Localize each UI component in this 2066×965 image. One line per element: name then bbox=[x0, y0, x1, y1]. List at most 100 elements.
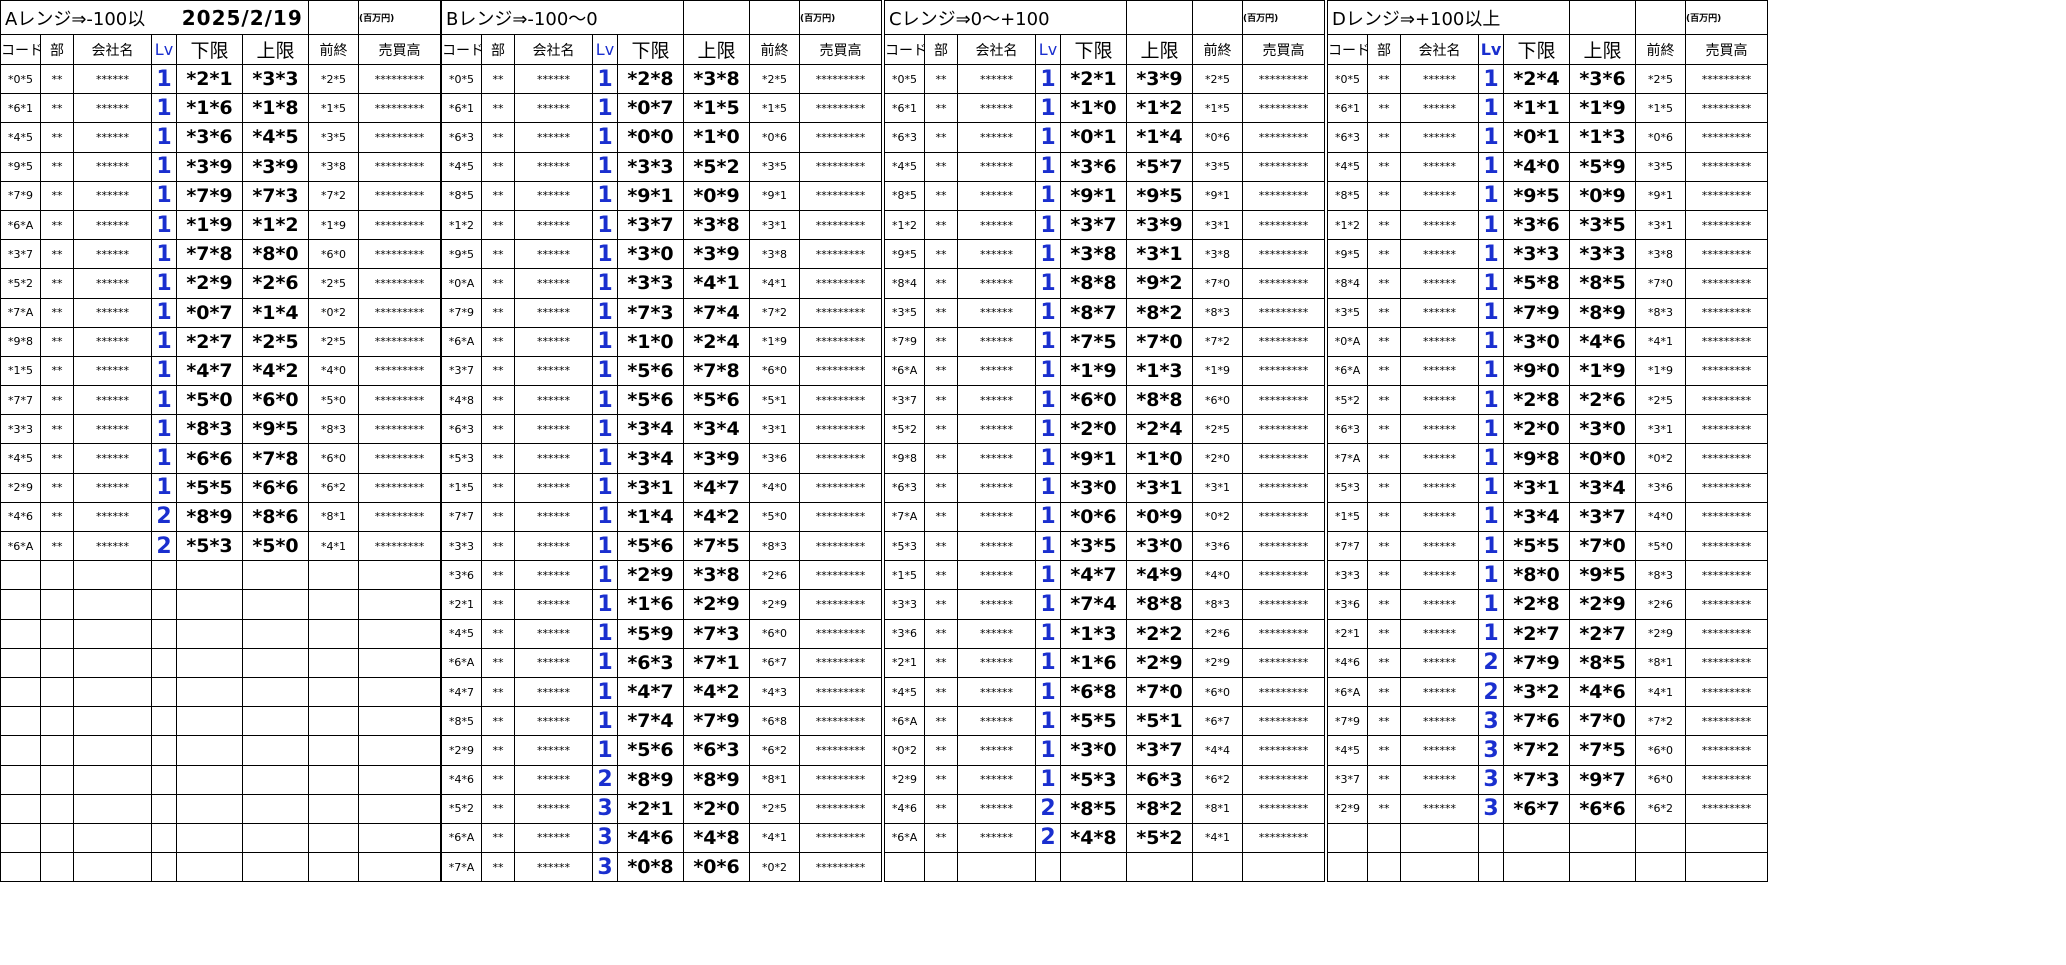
cell-dept: ** bbox=[481, 355, 515, 387]
cell-upper: *3*3 bbox=[1569, 239, 1637, 270]
table-row: *4*5 ** ****** 3 *7*2 *7*5 *6*0 ********* bbox=[1327, 735, 1769, 766]
table-row: *3*5 ** ****** 1 *7*9 *8*9 *8*3 ********* bbox=[1327, 297, 1769, 328]
cell-company: ****** bbox=[73, 443, 152, 474]
cell-lower: *3*6 bbox=[176, 122, 243, 153]
cell-lv: 1 bbox=[592, 122, 618, 153]
cell-company: ****** bbox=[957, 122, 1036, 153]
unit-label: (百万円) bbox=[799, 0, 883, 35]
empty-cell bbox=[73, 589, 152, 620]
cell-upper: *3*4 bbox=[1569, 472, 1637, 503]
cell-dept: ** bbox=[1367, 297, 1401, 328]
header-row: コード部会社名 Lv 下限 上限 前終 売買高 bbox=[1327, 34, 1769, 65]
cell-dept: ** bbox=[1367, 530, 1401, 562]
cell-sales: ********* bbox=[1242, 326, 1325, 357]
empty-cell bbox=[358, 793, 441, 824]
header-row: コード部会社名 Lv 下限 上限 前終 売買高 bbox=[884, 34, 1325, 65]
cell-dept: ** bbox=[481, 676, 515, 708]
empty-cell bbox=[176, 822, 243, 854]
empty-cell bbox=[40, 676, 74, 708]
cell-lower: *2*1 bbox=[1060, 63, 1127, 95]
cell-upper: *6*6 bbox=[242, 472, 309, 503]
cell-lv: 3 bbox=[1478, 764, 1504, 795]
cell-prev: *7*2 bbox=[1635, 706, 1687, 737]
cell-sales: ********* bbox=[1242, 122, 1325, 153]
empty-cell bbox=[358, 676, 441, 708]
empty-cell bbox=[40, 647, 74, 678]
cell-company: ****** bbox=[1400, 472, 1479, 503]
cell-dept: ** bbox=[40, 122, 74, 153]
empty-cell bbox=[73, 822, 152, 854]
cell-dept: ** bbox=[924, 180, 958, 211]
cell-upper: *2*4 bbox=[683, 326, 751, 357]
cell-lv: 1 bbox=[1478, 209, 1504, 241]
table-row: *0*5 ** ****** 1 *2*1 *3*9 *2*5 ********* bbox=[884, 63, 1325, 95]
cell-lv: 1 bbox=[1035, 764, 1061, 795]
cell-sales: ********* bbox=[358, 326, 441, 357]
cell-company: ****** bbox=[1400, 355, 1479, 387]
cell-dept: ** bbox=[924, 385, 958, 416]
cell-lower: *0*0 bbox=[616, 122, 685, 153]
cell-company: ****** bbox=[73, 326, 152, 357]
cell-company: ****** bbox=[73, 530, 152, 562]
cell-lv: 1 bbox=[1035, 501, 1061, 533]
cell-code: *1*5 bbox=[441, 472, 482, 503]
cell-dept: ** bbox=[40, 209, 74, 241]
cell-dept: ** bbox=[40, 501, 74, 533]
table-row: *6*A ** ****** 2 *4*8 *5*2 *4*1 ********* bbox=[884, 822, 1325, 854]
cell-lower: *3*7 bbox=[616, 209, 685, 241]
cell-code: *9*5 bbox=[0, 151, 41, 182]
cell-company: ****** bbox=[73, 501, 152, 533]
cell-code: *5*3 bbox=[1327, 472, 1368, 503]
cell-upper: *1*5 bbox=[683, 93, 751, 124]
cell-code: *8*5 bbox=[884, 180, 925, 211]
cell-code: *7*A bbox=[884, 501, 925, 533]
cell-code: *4*5 bbox=[441, 151, 482, 182]
cell-company: ****** bbox=[514, 706, 593, 737]
cell-lv: 1 bbox=[592, 414, 618, 445]
cell-sales: ********* bbox=[799, 822, 883, 854]
cell-dept: ** bbox=[924, 472, 958, 503]
cell-upper: *2*7 bbox=[1569, 618, 1637, 649]
cell-lower: *4*7 bbox=[176, 355, 243, 387]
cell-lv: 1 bbox=[1035, 676, 1061, 708]
cell-lower: *7*6 bbox=[1502, 706, 1571, 737]
cell-sales: ********* bbox=[1242, 647, 1325, 678]
cell-upper: *7*0 bbox=[1126, 326, 1193, 357]
cell-dept: ** bbox=[40, 472, 74, 503]
cell-prev: *8*3 bbox=[1635, 297, 1687, 328]
cell-company: ****** bbox=[73, 414, 152, 445]
cell-lv: 3 bbox=[1478, 735, 1504, 766]
empty-row bbox=[0, 822, 441, 854]
empty-cell bbox=[151, 676, 177, 708]
cell-dept: ** bbox=[924, 297, 958, 328]
cell-prev: *4*3 bbox=[749, 676, 801, 708]
cell-company: ****** bbox=[73, 180, 152, 211]
cell-code: *6*3 bbox=[441, 122, 482, 153]
table-row: *5*2 ** ****** 3 *2*1 *2*0 *2*5 ********* bbox=[441, 793, 883, 824]
col-header-dept: 部 bbox=[481, 34, 515, 65]
cell-prev: *2*5 bbox=[308, 268, 359, 299]
empty-cell bbox=[1685, 822, 1769, 854]
cell-prev: *2*6 bbox=[1192, 618, 1243, 649]
table-row: *4*5 ** ****** 1 *3*3 *5*2 *3*5 ********* bbox=[441, 151, 883, 182]
empty-cell bbox=[73, 764, 152, 795]
empty-cell bbox=[0, 618, 41, 649]
cell-upper: *4*6 bbox=[1569, 676, 1637, 708]
empty-cell bbox=[1569, 822, 1637, 854]
cell-sales: ********* bbox=[1242, 560, 1325, 591]
cell-code: *6*A bbox=[1327, 676, 1368, 708]
empty-cell bbox=[308, 676, 359, 708]
table-row: *9*5 ** ****** 1 *3*8 *3*1 *3*8 ********* bbox=[884, 239, 1325, 270]
cell-dept: ** bbox=[1367, 764, 1401, 795]
table-row: *7*A ** ****** 1 *0*6 *0*9 *0*2 ********* bbox=[884, 501, 1325, 533]
cell-company: ****** bbox=[514, 852, 593, 883]
cell-upper: *1*2 bbox=[1126, 93, 1193, 124]
cell-prev: *7*2 bbox=[749, 297, 801, 328]
cell-upper: *7*8 bbox=[683, 355, 751, 387]
cell-sales: ********* bbox=[1242, 239, 1325, 270]
empty-cell bbox=[358, 852, 441, 883]
cell-prev: *1*9 bbox=[308, 209, 359, 241]
cell-sales: ********* bbox=[358, 268, 441, 299]
cell-sales: ********* bbox=[799, 501, 883, 533]
cell-prev: *8*1 bbox=[1192, 793, 1243, 824]
